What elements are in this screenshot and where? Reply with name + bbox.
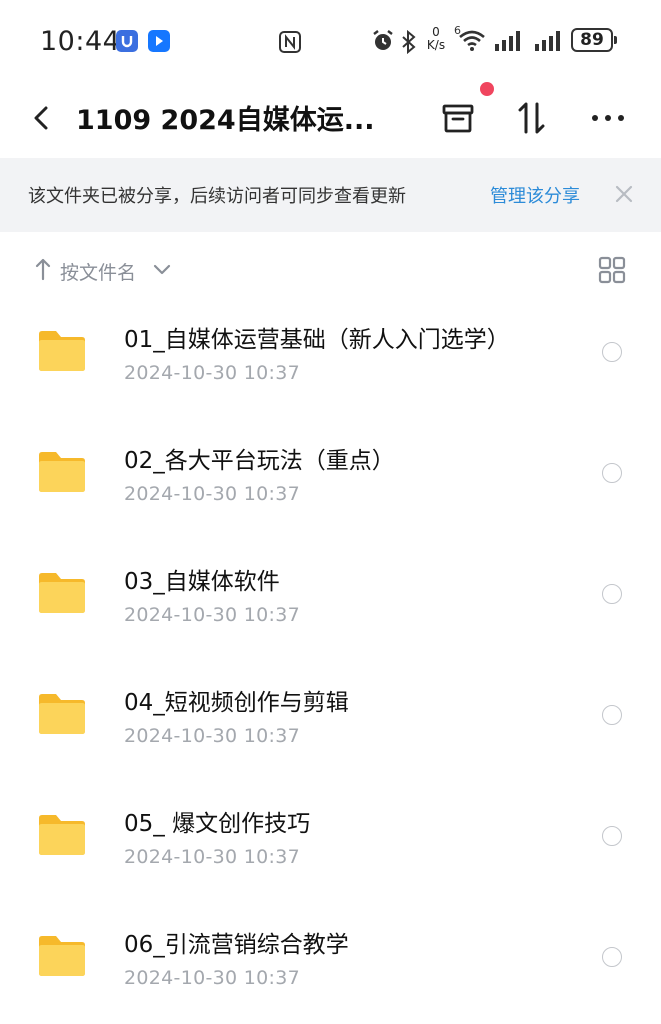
more-dots-icon[interactable]: [586, 96, 630, 140]
app-notification-icon: [148, 30, 170, 52]
manage-share-link[interactable]: 管理该分享: [490, 182, 580, 208]
svg-text:6: 6: [454, 24, 461, 37]
nfc-icon: [278, 30, 302, 58]
archive-box-icon[interactable]: [436, 96, 480, 140]
file-list-item[interactable]: 05_ 爆文创作技巧 2024-10-30 10:37: [0, 784, 661, 905]
close-icon[interactable]: [612, 182, 636, 206]
folder-icon: [36, 691, 88, 737]
file-name: 01_自媒体运营基础（新人入门选学）: [124, 327, 510, 353]
file-date: 2024-10-30 10:37: [124, 725, 301, 747]
back-arrow-icon[interactable]: [28, 100, 56, 136]
sort-arrow-icon[interactable]: [34, 256, 52, 282]
battery-indicator: 89: [571, 28, 617, 52]
navigation-header: 1109 2024自媒体运...: [0, 84, 661, 156]
file-list-item[interactable]: 02_各大平台玩法（重点） 2024-10-30 10:37: [0, 421, 661, 542]
chevron-down-icon[interactable]: [152, 262, 172, 276]
alarm-icon: [370, 28, 396, 58]
sort-bar: 按文件名: [0, 244, 661, 296]
wifi-icon: 6: [452, 24, 488, 56]
select-checkbox[interactable]: [602, 584, 622, 604]
file-name: 06_引流营销综合教学: [124, 932, 349, 958]
select-checkbox[interactable]: [602, 705, 622, 725]
status-bar: 10:44 0 K/s 6 89: [0, 0, 661, 84]
bluetooth-icon: [400, 29, 418, 58]
select-checkbox[interactable]: [602, 826, 622, 846]
file-date: 2024-10-30 10:37: [124, 362, 301, 384]
page-title: 1109 2024自媒体运...: [76, 105, 375, 136]
signal-icon: [494, 30, 524, 56]
folder-icon: [36, 449, 88, 495]
folder-icon: [36, 570, 88, 616]
signal-icon: [534, 30, 564, 56]
select-checkbox[interactable]: [602, 947, 622, 967]
network-speed: 0 K/s: [426, 25, 446, 52]
file-list-item[interactable]: 04_短视频创作与剪辑 2024-10-30 10:37: [0, 663, 661, 784]
grid-view-icon[interactable]: [598, 256, 626, 284]
file-list: 01_自媒体运营基础（新人入门选学） 2024-10-30 10:37 02_各…: [0, 300, 661, 1024]
folder-icon: [36, 812, 88, 858]
file-list-item[interactable]: 06_引流营销综合教学 2024-10-30 10:37: [0, 905, 661, 1024]
status-time: 10:44: [40, 26, 121, 57]
file-name: 02_各大平台玩法（重点）: [124, 448, 395, 474]
select-checkbox[interactable]: [602, 342, 622, 362]
sort-by-name-button[interactable]: 按文件名: [60, 258, 136, 285]
share-notice-text: 该文件夹已被分享，后续访问者可同步查看更新: [28, 186, 406, 207]
file-name: 05_ 爆文创作技巧: [124, 811, 311, 837]
folder-icon: [36, 328, 88, 374]
file-name: 04_短视频创作与剪辑: [124, 690, 349, 716]
transfer-arrows-icon[interactable]: [510, 96, 554, 140]
file-date: 2024-10-30 10:37: [124, 967, 301, 989]
file-date: 2024-10-30 10:37: [124, 604, 301, 626]
app-notification-icon: [116, 30, 138, 52]
folder-icon: [36, 933, 88, 979]
file-name: 03_自媒体软件: [124, 569, 280, 595]
select-checkbox[interactable]: [602, 463, 622, 483]
file-date: 2024-10-30 10:37: [124, 846, 301, 868]
share-banner: 该文件夹已被分享，后续访问者可同步查看更新 管理该分享: [0, 158, 661, 232]
file-list-item[interactable]: 01_自媒体运营基础（新人入门选学） 2024-10-30 10:37: [0, 300, 661, 421]
file-date: 2024-10-30 10:37: [124, 483, 301, 505]
notification-dot: [480, 82, 494, 96]
file-list-item[interactable]: 03_自媒体软件 2024-10-30 10:37: [0, 542, 661, 663]
